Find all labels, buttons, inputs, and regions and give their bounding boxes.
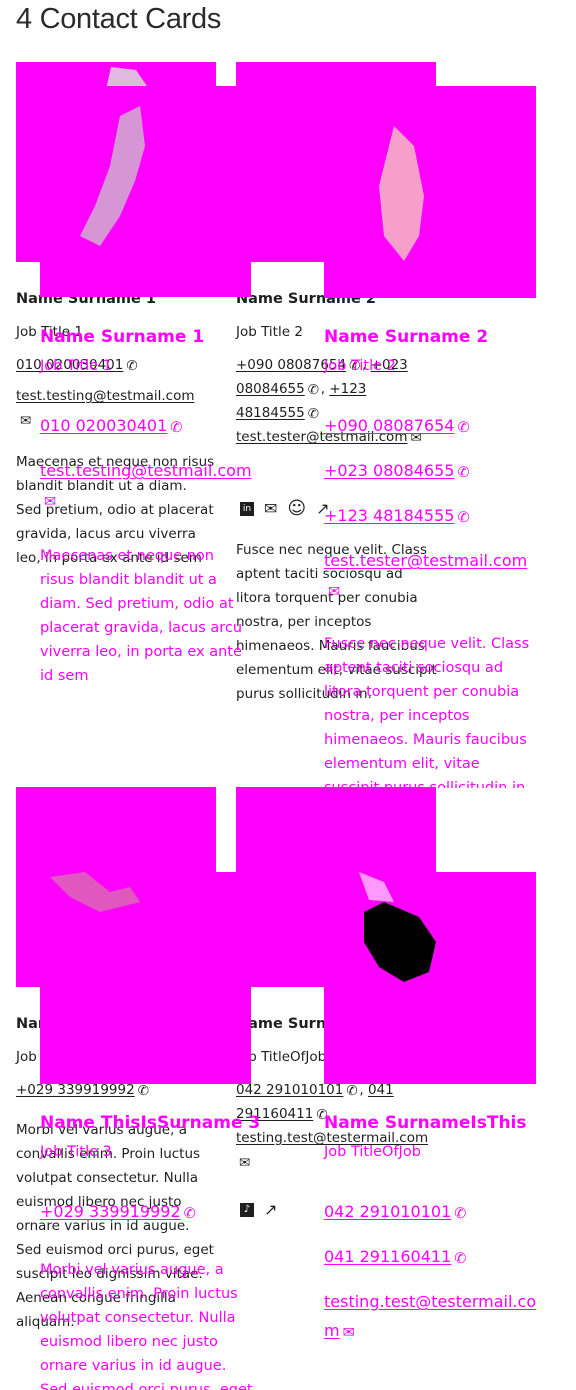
phone-icon: ✆ [457, 420, 470, 436]
phone-link[interactable]: 041 291160411 [324, 1247, 451, 1266]
card-job-title: Job Title 3 [40, 1144, 112, 1160]
phone-icon: ✆ [457, 465, 470, 481]
email-link[interactable]: test.testing@testmail.com [40, 461, 252, 480]
card-job-title: Job TitleOfJob [324, 1144, 421, 1160]
card-name: Name Surname 2 [324, 327, 489, 347]
phone-link[interactable]: +023 08084655 [324, 461, 454, 480]
phone-icon: ✆ [170, 420, 183, 436]
card-job-title: Job Title 1 [40, 358, 112, 374]
card-photo [324, 86, 536, 298]
card-photo [40, 86, 251, 297]
photo-image [80, 106, 145, 246]
card-description: Maecenas et neque non risus blandit blan… [40, 548, 243, 684]
phone-icon: ✆ [457, 510, 470, 526]
card-name: Name SurnameIsThis [324, 1113, 527, 1133]
phone-icon: ✆ [454, 1251, 467, 1267]
card-contacts: 010 020030401 ✆ test.testing@testmail.com… [40, 404, 255, 510]
email-link[interactable]: test.tester@testmail.com [324, 551, 527, 570]
card-name: Name ThisIsSurname 3 [40, 1113, 261, 1133]
cards-overlay: Name Surname 1 Job Title 1 010 020030401… [0, 0, 576, 1390]
mail-icon: ✉ [342, 1325, 355, 1341]
phone-icon: ✆ [183, 1206, 196, 1222]
card-photo [324, 872, 536, 1084]
photo-image [379, 126, 424, 261]
mail-icon: ✉ [44, 494, 57, 510]
card-description: Morbi vel varius augue, a convallis enim… [40, 1262, 253, 1390]
phone-link[interactable]: 010 020030401 [40, 416, 167, 435]
photo-image [50, 872, 140, 912]
card-contacts: +029 339919992 ✆ [40, 1190, 255, 1235]
card-job-title: Job Title 2 [324, 358, 396, 374]
card-description: Fusce nec neque velit. Class aptent taci… [324, 636, 530, 788]
email-link[interactable]: testing.test@testermail.com [324, 1292, 536, 1340]
phone-link[interactable]: 042 291010101 [324, 1202, 451, 1221]
card-contacts: +090 08087654 ✆ +023 08084655 ✆ +123 48184… [324, 404, 544, 600]
card-name: Name Surname 1 [40, 327, 205, 347]
phone-link[interactable]: +029 339919992 [40, 1202, 181, 1221]
phone-link[interactable]: +123 48184555 [324, 506, 454, 525]
phone-icon: ✆ [454, 1206, 467, 1222]
mail-icon: ✉ [328, 584, 341, 600]
card-contacts: 042 291010101 ✆ 041 291160411 ✆ testing.te… [324, 1190, 539, 1346]
photo-image [359, 872, 436, 982]
card-photo [40, 872, 251, 1084]
phone-link[interactable]: +090 08087654 [324, 416, 454, 435]
